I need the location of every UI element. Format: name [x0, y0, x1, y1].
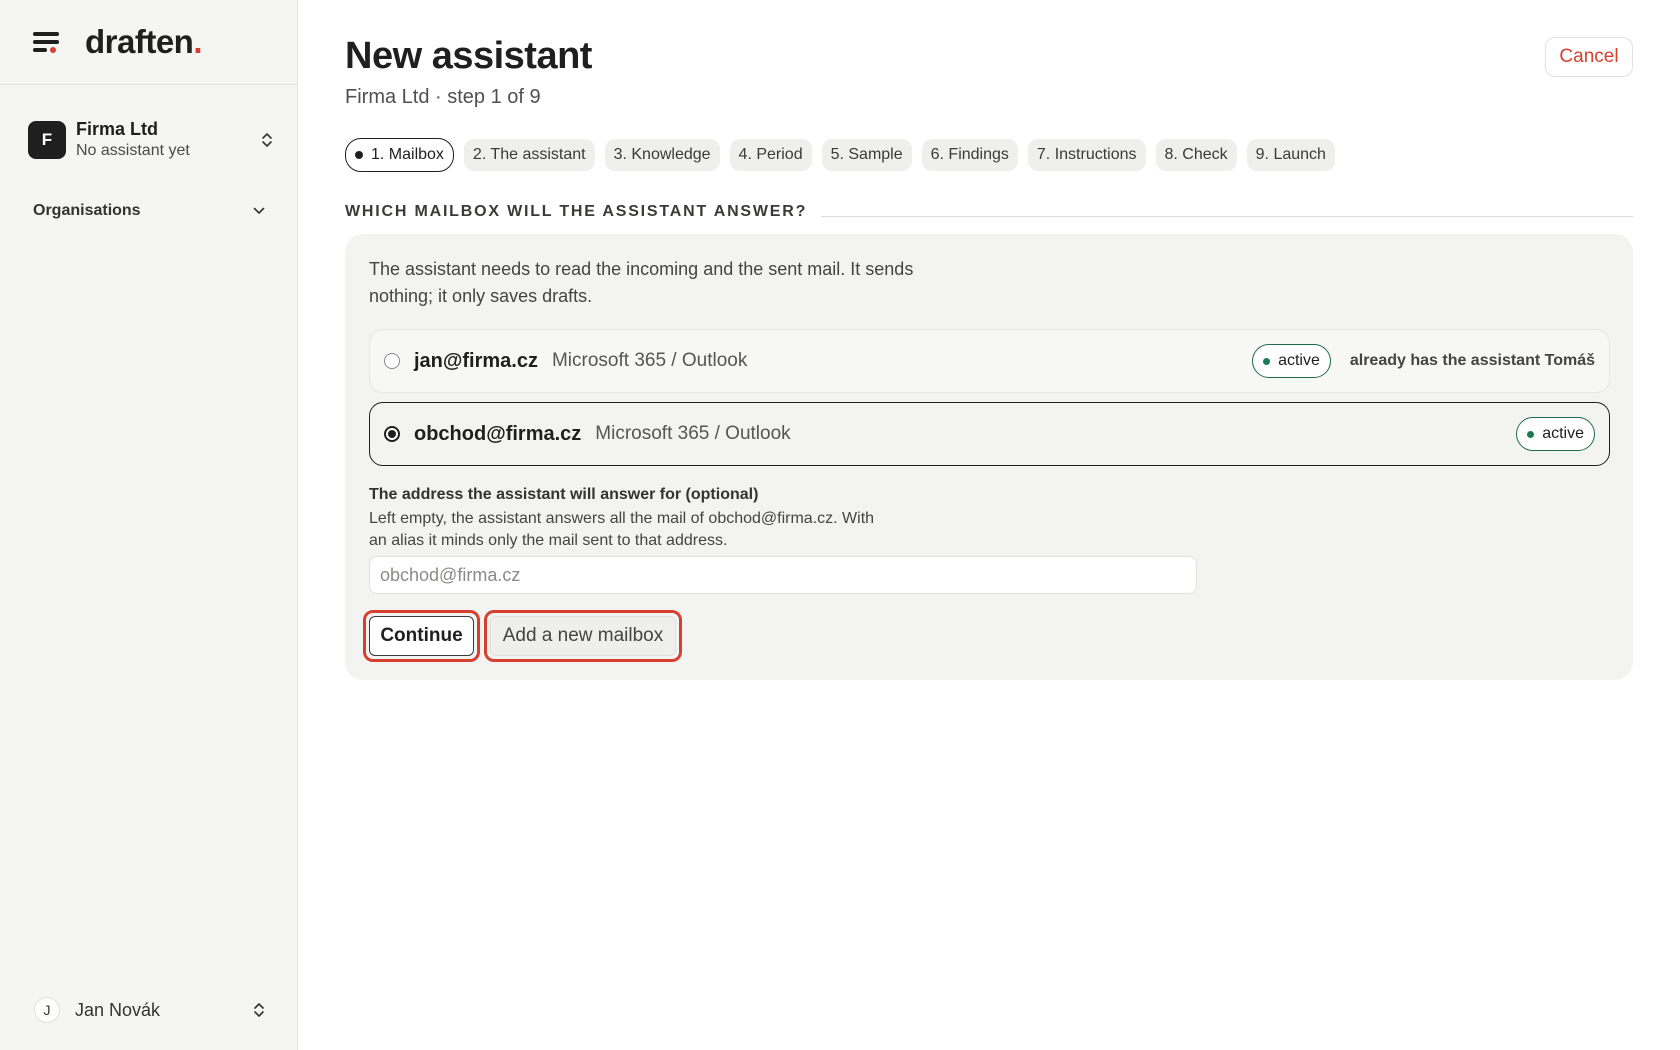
step-check[interactable]: 8. Check: [1155, 139, 1237, 171]
step-the-assistant[interactable]: 2. The assistant: [463, 139, 595, 171]
chevron-down-icon: [253, 202, 265, 220]
add-mailbox-button[interactable]: Add a new mailbox: [490, 616, 676, 656]
mailbox-email: obchod@firma.cz: [414, 422, 582, 445]
organisations-label: Organisations: [33, 202, 141, 219]
mailbox-radio[interactable]: [384, 426, 400, 442]
add-mailbox-button-highlight: Add a new mailbox: [484, 610, 682, 662]
user-avatar: J: [34, 997, 60, 1023]
org-avatar: F: [28, 121, 66, 159]
section-title: WHICH MAILBOX WILL THE ASSISTANT ANSWER?: [345, 203, 808, 220]
sidebar: draften. F Firma Ltd No assistant yet Or…: [0, 0, 298, 1050]
org-name: Firma Ltd: [76, 119, 159, 139]
step-mailbox[interactable]: 1. Mailbox: [345, 138, 454, 172]
page-subtitle: Firma Ltd · step 1 of 9: [345, 86, 541, 108]
mailbox-option-selected[interactable]: obchod@firma.cz Microsoft 365 / Outlook …: [369, 402, 1610, 466]
sidebar-header: draften.: [0, 0, 297, 85]
mailbox-option[interactable]: jan@firma.cz Microsoft 365 / Outlook act…: [369, 329, 1610, 393]
step-knowledge[interactable]: 3. Knowledge: [604, 139, 720, 171]
mailbox-provider: Microsoft 365 / Outlook: [551, 350, 748, 371]
menu-icon[interactable]: [33, 30, 61, 54]
step-sample[interactable]: 5. Sample: [821, 139, 912, 171]
org-subtitle: No assistant yet: [76, 142, 190, 159]
cancel-button[interactable]: Cancel: [1545, 37, 1633, 77]
continue-button[interactable]: Continue: [369, 616, 474, 656]
step-instructions[interactable]: 7. Instructions: [1027, 139, 1146, 171]
active-step-dot-icon: [355, 151, 363, 159]
user-menu[interactable]: J Jan Novák: [34, 995, 266, 1025]
mailbox-radio[interactable]: [384, 353, 400, 369]
step-period[interactable]: 4. Period: [729, 139, 812, 171]
alias-help-text: Left empty, the assistant answers all th…: [369, 510, 875, 549]
mailbox-note: already has the assistant Tomáš: [1349, 352, 1595, 369]
page-title: New assistant: [345, 35, 592, 77]
status-badge: active: [1516, 417, 1595, 451]
continue-button-highlight: Continue: [363, 610, 480, 662]
alias-input[interactable]: [369, 556, 1197, 594]
mailbox-email: jan@firma.cz: [414, 349, 538, 372]
wizard-steps: 1. Mailbox 2. The assistant 3. Knowledge…: [345, 138, 1335, 172]
step-launch[interactable]: 9. Launch: [1246, 139, 1335, 171]
chevron-up-down-icon: [252, 1001, 266, 1019]
status-dot-icon: [1527, 430, 1535, 438]
status-badge: active: [1252, 344, 1331, 378]
main-content: New assistant Firma Ltd · step 1 of 9 Ca…: [345, 0, 1633, 1050]
chevron-up-down-icon: [260, 131, 274, 149]
user-name: Jan Novák: [75, 999, 161, 1020]
section-divider: [821, 215, 1633, 217]
logo[interactable]: draften.: [85, 23, 202, 61]
step-findings[interactable]: 6. Findings: [921, 139, 1018, 171]
organisations-toggle[interactable]: Organisations: [33, 199, 265, 223]
section-heading: WHICH MAILBOX WILL THE ASSISTANT ANSWER?: [345, 203, 1633, 220]
org-switcher[interactable]: F Firma Ltd No assistant yet: [28, 116, 274, 164]
mailbox-panel: The assistant needs to read the incoming…: [345, 234, 1633, 680]
intro-text: The assistant needs to read the incoming…: [369, 259, 914, 306]
alias-label: The address the assistant will answer fo…: [369, 486, 759, 503]
mailbox-provider: Microsoft 365 / Outlook: [595, 423, 791, 444]
status-dot-icon: [1263, 357, 1271, 365]
